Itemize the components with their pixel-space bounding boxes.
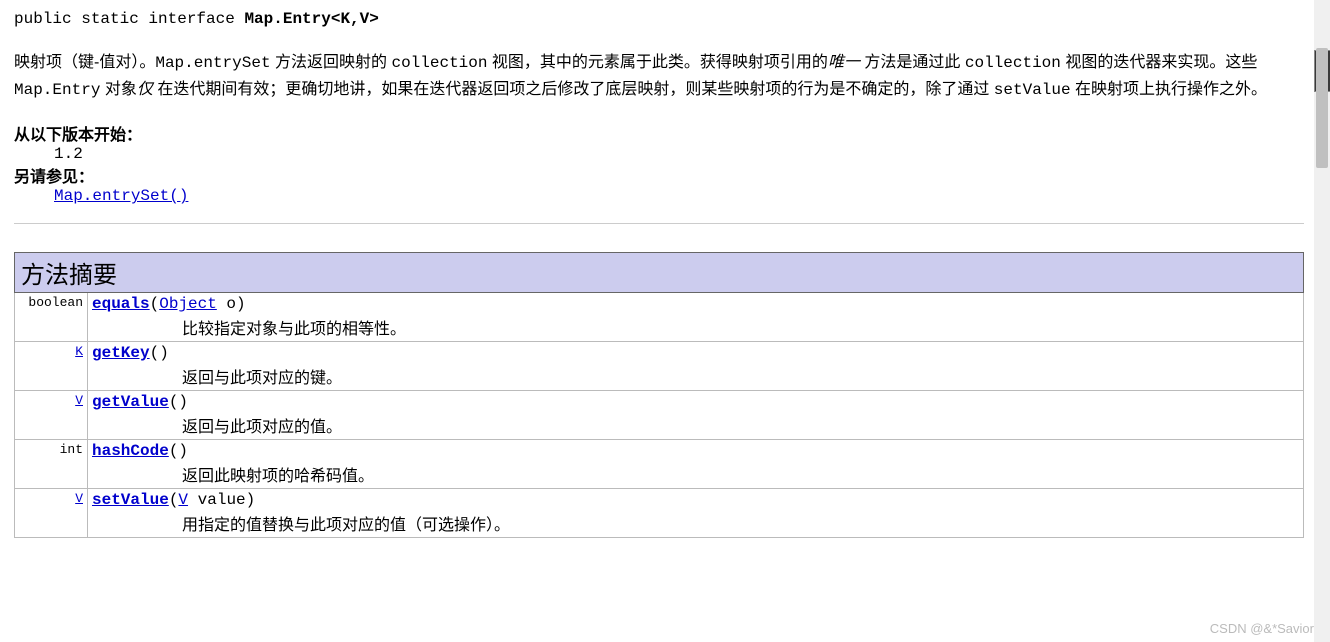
- desc-text: 对象: [100, 81, 136, 98]
- method-link-equals[interactable]: equals: [92, 295, 150, 313]
- signature-cell: equals(Object o) 比较指定对象与此项的相等性。: [88, 293, 1304, 342]
- method-desc: 比较指定对象与此项的相等性。: [182, 315, 1299, 339]
- desc-text: 在迭代期间有效；更确切地讲，如果在迭代器返回项之后修改了底层映射，则某些映射项的…: [153, 81, 994, 98]
- paren: ): [246, 491, 256, 509]
- since-label: 从以下版本开始：: [14, 121, 1304, 145]
- desc-text: 方法是通过此: [860, 54, 965, 71]
- desc-text: 视图，其中的元素属于此类。获得映射项引用的: [487, 54, 827, 71]
- method-summary-table: 方法摘要 boolean equals(Object o) 比较指定对象与此项的…: [14, 252, 1304, 538]
- meta-list: 从以下版本开始： 1.2 另请参见： Map.entrySet(): [14, 121, 1304, 205]
- desc-text: 视图的迭代器来实现。这些: [1061, 54, 1257, 71]
- paren: (: [150, 295, 160, 313]
- method-desc: 返回此映射项的哈希码值。: [182, 462, 1299, 486]
- return-type-cell: V: [15, 391, 88, 440]
- table-row: int hashCode() 返回此映射项的哈希码值。: [15, 440, 1304, 489]
- divider: [14, 223, 1304, 224]
- see-also-label: 另请参见：: [14, 163, 1304, 187]
- param-type-link[interactable]: Object: [159, 295, 217, 313]
- table-row: V getValue() 返回与此项对应的值。: [15, 391, 1304, 440]
- see-also-link[interactable]: Map.entrySet(): [54, 187, 188, 205]
- desc-emph: 唯一: [828, 54, 860, 71]
- method-link-setvalue[interactable]: setValue: [92, 491, 169, 509]
- paren: (: [169, 442, 179, 460]
- decl-name: Map.Entry<K,V>: [244, 10, 378, 28]
- signature-cell: hashCode() 返回此映射项的哈希码值。: [88, 440, 1304, 489]
- method-desc: 返回与此项对应的键。: [182, 364, 1299, 388]
- desc-code: collection: [391, 54, 487, 72]
- method-link-getvalue[interactable]: getValue: [92, 393, 169, 411]
- watermark: CSDN @&*Savior: [1210, 621, 1314, 636]
- method-link-hashcode[interactable]: hashCode: [92, 442, 169, 460]
- return-type-cell: V: [15, 489, 88, 538]
- table-row: V setValue(V value) 用指定的值替换与此项对应的值（可选操作）…: [15, 489, 1304, 538]
- return-type-cell: K: [15, 342, 88, 391]
- return-type-cell: boolean: [15, 293, 88, 342]
- paren: ): [159, 344, 169, 362]
- return-type-link[interactable]: V: [75, 393, 83, 408]
- signature-cell: getValue() 返回与此项对应的值。: [88, 391, 1304, 440]
- desc-emph: 仅: [137, 81, 153, 98]
- param-type-link[interactable]: V: [178, 491, 188, 509]
- desc-text: 方法返回映射的: [271, 54, 392, 71]
- method-desc: 用指定的值替换与此项对应的值（可选操作）。: [182, 511, 1299, 535]
- method-desc: 返回与此项对应的值。: [182, 413, 1299, 437]
- param-name: value: [188, 491, 246, 509]
- desc-code: collection: [965, 54, 1061, 72]
- return-type-link[interactable]: V: [75, 491, 83, 506]
- desc-code: setValue: [994, 81, 1071, 99]
- paren: ): [236, 295, 246, 313]
- method-link-getkey[interactable]: getKey: [92, 344, 150, 362]
- type-declaration: public static interface Map.Entry<K,V>: [14, 10, 1304, 28]
- param-name: o: [217, 295, 236, 313]
- return-type: boolean: [28, 295, 83, 310]
- since-value: 1.2: [54, 145, 1304, 163]
- method-summary-header: 方法摘要: [15, 253, 1304, 293]
- return-type: int: [60, 442, 83, 457]
- table-row: K getKey() 返回与此项对应的键。: [15, 342, 1304, 391]
- paren: (: [169, 393, 179, 411]
- paren: ): [178, 442, 188, 460]
- paren: (: [169, 491, 179, 509]
- decl-prefix: public static interface: [14, 10, 244, 28]
- desc-text: 在映射项上执行操作之外。: [1071, 81, 1267, 98]
- return-type-cell: int: [15, 440, 88, 489]
- desc-text: 映射项（键-值对）。: [14, 54, 155, 71]
- signature-cell: setValue(V value) 用指定的值替换与此项对应的值（可选操作）。: [88, 489, 1304, 538]
- table-row: boolean equals(Object o) 比较指定对象与此项的相等性。: [15, 293, 1304, 342]
- desc-code: Map.Entry: [14, 81, 100, 99]
- type-description: 映射项（键-值对）。Map.entrySet 方法返回映射的 collectio…: [14, 50, 1304, 103]
- paren: ): [178, 393, 188, 411]
- javadoc-page: public static interface Map.Entry<K,V> 映…: [0, 0, 1318, 558]
- signature-cell: getKey() 返回与此项对应的键。: [88, 342, 1304, 391]
- paren: (: [150, 344, 160, 362]
- desc-code: Map.entrySet: [155, 54, 270, 72]
- return-type-link[interactable]: K: [75, 344, 83, 359]
